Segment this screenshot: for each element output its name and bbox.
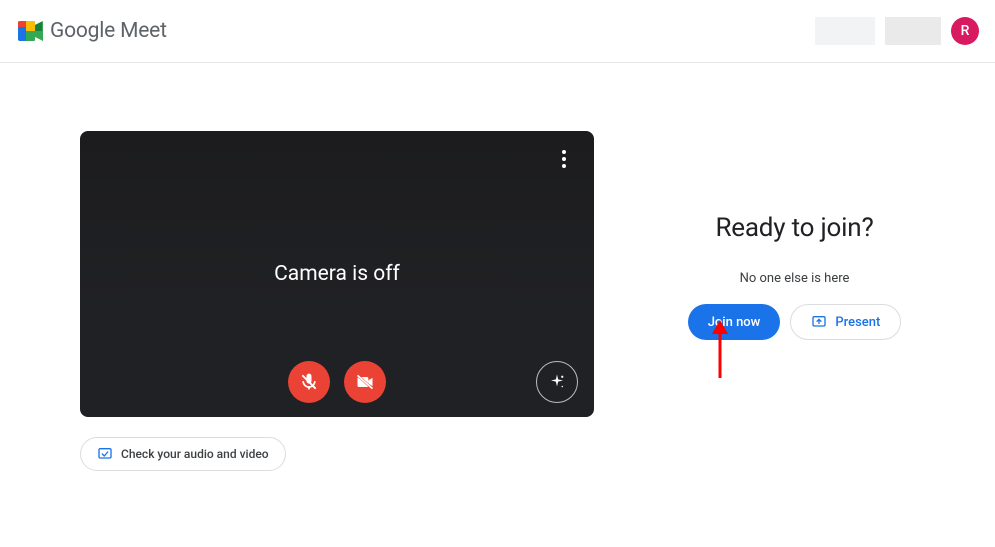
preview-column: Camera is off [80, 131, 594, 547]
header-action-placeholder-2[interactable] [885, 17, 941, 45]
sparkle-icon [548, 373, 566, 391]
check-av-label: Check your audio and video [121, 447, 269, 461]
more-vert-icon [562, 150, 566, 154]
main-content: Camera is off [0, 63, 995, 547]
meet-logo-icon [16, 19, 44, 43]
header-right: R [815, 17, 979, 45]
mic-off-icon [299, 372, 319, 392]
more-options-button[interactable] [546, 141, 582, 177]
camera-status-text: Camera is off [274, 262, 400, 286]
check-audio-video-button[interactable]: Check your audio and video [80, 437, 286, 471]
join-now-button[interactable]: Join now [688, 304, 781, 340]
present-button[interactable]: Present [790, 304, 901, 340]
visual-effects-button[interactable] [536, 361, 578, 403]
join-now-label: Join now [708, 315, 761, 330]
brand-text: Google Meet [50, 19, 167, 43]
video-preview: Camera is off [80, 131, 594, 417]
brand-logo[interactable]: Google Meet [16, 19, 167, 43]
header-action-placeholder-1[interactable] [815, 17, 875, 45]
camera-off-icon [355, 372, 375, 392]
avatar[interactable]: R [951, 17, 979, 45]
present-label: Present [835, 315, 880, 330]
toggle-microphone-button[interactable] [288, 361, 330, 403]
participants-status: No one else is here [740, 271, 850, 286]
avatar-letter: R [961, 23, 970, 39]
join-actions: Join now Present [688, 304, 902, 340]
present-icon [811, 314, 827, 330]
app-header: Google Meet R [0, 0, 995, 62]
join-column: Ready to join? No one else is here Join … [594, 131, 995, 547]
settings-check-icon [97, 446, 113, 462]
toggle-camera-button[interactable] [344, 361, 386, 403]
ready-to-join-title: Ready to join? [715, 213, 873, 243]
preview-controls [288, 361, 386, 403]
